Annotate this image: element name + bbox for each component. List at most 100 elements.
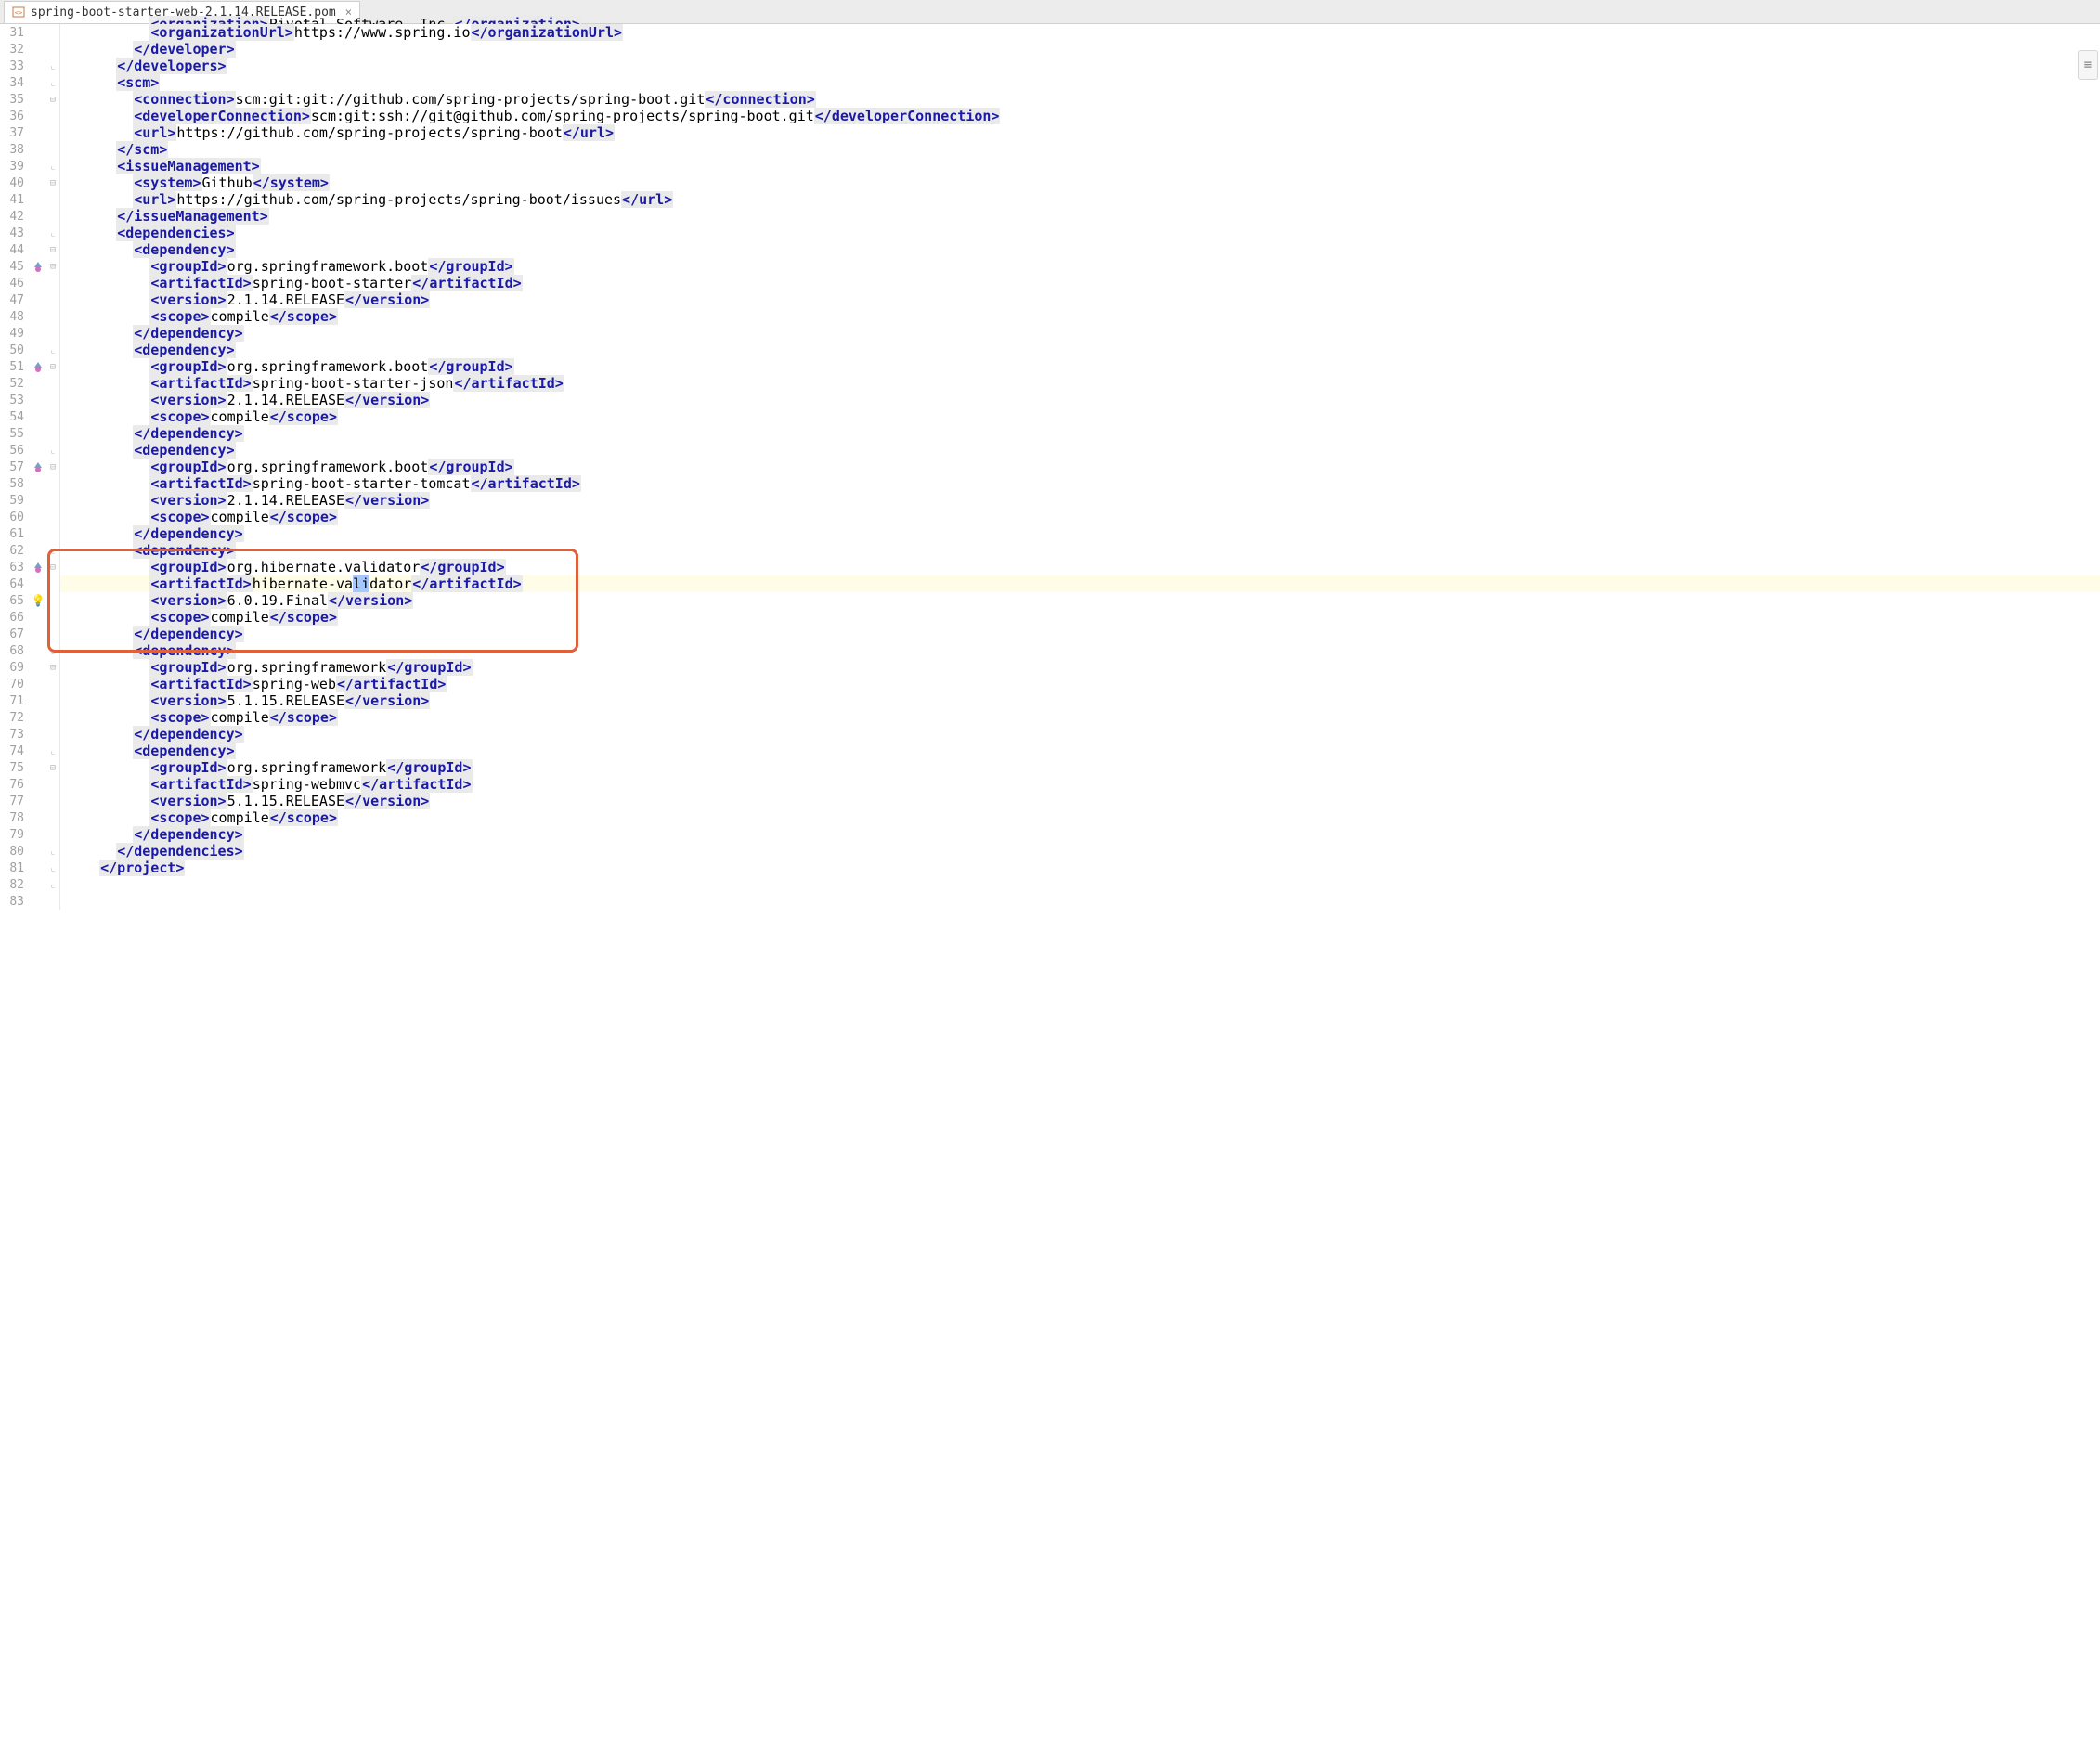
code-line[interactable]: <groupId>org.springframework.boot</group… xyxy=(60,459,2100,475)
code-line[interactable]: <artifactId>spring-boot-starter-json</ar… xyxy=(60,375,2100,392)
fold-toggle[interactable]: ⊟ xyxy=(46,562,59,573)
fold-toggle[interactable]: ⊟ xyxy=(46,178,59,188)
code-line[interactable]: <scope>compile</scope> xyxy=(60,408,2100,425)
code-line[interactable]: <dependency> xyxy=(60,442,2100,459)
code-line[interactable]: <issueManagement> xyxy=(60,158,2100,174)
editor-area[interactable]: 313233⌞34⌞35⊟36373839⌞40⊟414243⌞44⊟45⊟46… xyxy=(0,24,2100,910)
code-line[interactable]: <artifactId>hibernate-validator</artifac… xyxy=(60,575,2100,592)
code-line[interactable]: <scope>compile</scope> xyxy=(60,809,2100,826)
gutter-row: 40⊟ xyxy=(0,174,59,191)
code-line[interactable]: <scope>compile</scope> xyxy=(60,509,2100,525)
code-line[interactable]: <groupId>org.springframework.boot</group… xyxy=(60,258,2100,275)
code-line[interactable]: </developers> xyxy=(60,58,2100,74)
code-line[interactable]: </scm> xyxy=(60,141,2100,158)
code-line[interactable]: <artifactId>spring-web</artifactId> xyxy=(60,676,2100,692)
fold-toggle[interactable]: ⊟ xyxy=(46,262,59,272)
code-line[interactable]: </dependencies> xyxy=(60,843,2100,860)
code-line[interactable]: <scope>compile</scope> xyxy=(60,308,2100,325)
code-line[interactable]: <organization>Pivotal Software, Inc.</or… xyxy=(60,16,2100,24)
fold-toggle[interactable]: ⌞ xyxy=(46,546,59,556)
xml-tag: </scope> xyxy=(269,408,338,425)
code-line[interactable]: <dependency> xyxy=(60,542,2100,559)
code-line[interactable]: <groupId>org.springframework.boot</group… xyxy=(60,358,2100,375)
code-line[interactable]: <version>6.0.19.Final</version> xyxy=(60,592,2100,609)
code-line[interactable]: <artifactId>spring-boot-starter</artifac… xyxy=(60,275,2100,291)
fold-toggle[interactable]: ⊟ xyxy=(46,763,59,773)
code-line[interactable]: <url>https://github.com/spring-projects/… xyxy=(60,191,2100,208)
code-line[interactable]: <version>2.1.14.RELEASE</version> xyxy=(60,291,2100,308)
fold-toggle[interactable]: ⊟ xyxy=(46,245,59,255)
xml-tag: </dependency> xyxy=(133,626,243,642)
fold-toggle[interactable]: ⌞ xyxy=(46,162,59,172)
xml-tag: </artifactId> xyxy=(361,776,472,793)
code-line[interactable]: <system>Github</system> xyxy=(60,174,2100,191)
code-line[interactable]: <version>5.1.15.RELEASE</version> xyxy=(60,692,2100,709)
code-line[interactable]: <version>2.1.14.RELEASE</version> xyxy=(60,392,2100,408)
xml-tag: <version> xyxy=(149,692,227,709)
gutter-marker xyxy=(30,562,46,573)
xml-tag: </scope> xyxy=(269,709,338,726)
code-line[interactable]: <groupId>org.hibernate.validator</groupI… xyxy=(60,559,2100,575)
code-line[interactable]: <dependency> xyxy=(60,743,2100,759)
code-line[interactable]: <dependencies> xyxy=(60,225,2100,241)
code-line[interactable]: <url>https://github.com/spring-projects/… xyxy=(60,124,2100,141)
code-line[interactable]: <groupId>org.springframework</groupId> xyxy=(60,659,2100,676)
line-number: 77 xyxy=(0,795,30,808)
code-line[interactable]: <dependency> xyxy=(60,642,2100,659)
code-line[interactable]: <scope>compile</scope> xyxy=(60,609,2100,626)
code-line[interactable]: </dependency> xyxy=(60,826,2100,843)
code-line[interactable] xyxy=(60,876,2100,893)
code-column[interactable]: <organization>Pivotal Software, Inc.</or… xyxy=(60,24,2100,910)
gutter-row: 32 xyxy=(0,41,59,58)
code-line[interactable]: </dependency> xyxy=(60,525,2100,542)
code-line[interactable]: </issueManagement> xyxy=(60,208,2100,225)
code-line[interactable]: </developer> xyxy=(60,41,2100,58)
gutter-row: 42 xyxy=(0,208,59,225)
fold-toggle[interactable]: ⌞ xyxy=(46,646,59,656)
code-line[interactable]: <artifactId>spring-webmvc</artifactId> xyxy=(60,776,2100,793)
code-line[interactable]: </dependency> xyxy=(60,425,2100,442)
code-line[interactable]: <dependency> xyxy=(60,342,2100,358)
fold-toggle[interactable]: ⌞ xyxy=(46,345,59,355)
line-gutter: 313233⌞34⌞35⊟36373839⌞40⊟414243⌞44⊟45⊟46… xyxy=(0,24,60,910)
code-line[interactable]: </dependency> xyxy=(60,726,2100,743)
intention-bulb-icon[interactable]: 💡 xyxy=(32,594,45,607)
xml-tag: <artifactId> xyxy=(149,375,252,392)
toolbar-side-button[interactable]: ≡ xyxy=(2078,50,2098,80)
code-line[interactable]: <scope>compile</scope> xyxy=(60,709,2100,726)
xml-text: 2.1.14.RELEASE xyxy=(227,291,344,308)
fold-toggle[interactable]: ⊟ xyxy=(46,362,59,372)
fold-toggle[interactable]: ⌞ xyxy=(46,863,59,873)
gutter-row: 47 xyxy=(0,291,59,308)
gutter-row: 83 xyxy=(0,893,59,910)
code-line[interactable]: <scm> xyxy=(60,74,2100,91)
fold-toggle[interactable]: ⊟ xyxy=(46,95,59,105)
code-line[interactable]: </project> xyxy=(60,860,2100,876)
fold-toggle[interactable]: ⌞ xyxy=(46,847,59,857)
code-line[interactable]: <organizationUrl>https://www.spring.io</… xyxy=(60,24,2100,41)
fold-toggle[interactable]: ⌞ xyxy=(46,746,59,756)
code-line[interactable]: </dependency> xyxy=(60,325,2100,342)
code-line[interactable]: <groupId>org.springframework</groupId> xyxy=(60,759,2100,776)
xml-tag: </version> xyxy=(344,392,430,408)
code-line[interactable]: <artifactId>spring-boot-starter-tomcat</… xyxy=(60,475,2100,492)
fold-toggle[interactable]: ⌞ xyxy=(46,61,59,71)
code-line[interactable]: <connection>scm:git:git://github.com/spr… xyxy=(60,91,2100,108)
xml-tag: </dependency> xyxy=(133,425,243,442)
code-line[interactable]: <version>2.1.14.RELEASE</version> xyxy=(60,492,2100,509)
line-number: 68 xyxy=(0,644,30,658)
code-line[interactable]: </dependency> xyxy=(60,626,2100,642)
code-line[interactable]: <developerConnection>scm:git:ssh://git@g… xyxy=(60,108,2100,124)
fold-toggle[interactable]: ⌞ xyxy=(46,446,59,456)
fold-toggle[interactable]: ⌞ xyxy=(46,880,59,890)
fold-toggle[interactable]: ⊟ xyxy=(46,462,59,472)
line-number: 41 xyxy=(0,193,30,207)
xml-text: org.springframework.boot xyxy=(227,258,429,275)
code-line[interactable]: <dependency> xyxy=(60,241,2100,258)
fold-toggle[interactable]: ⌞ xyxy=(46,228,59,239)
code-line[interactable]: <version>5.1.15.RELEASE</version> xyxy=(60,793,2100,809)
fold-toggle[interactable]: ⌞ xyxy=(46,78,59,88)
gutter-row: 46 xyxy=(0,275,59,291)
xml-tag: </artifactId> xyxy=(411,275,522,291)
fold-toggle[interactable]: ⊟ xyxy=(46,663,59,673)
